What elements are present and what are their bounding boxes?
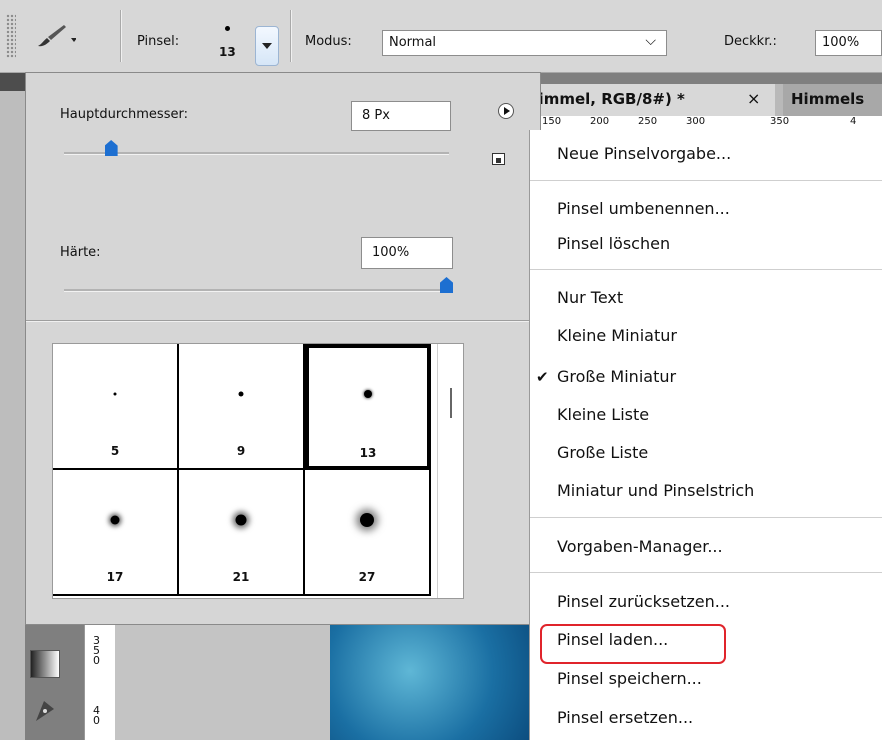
- mode-select[interactable]: Normal ⌵: [382, 30, 667, 56]
- diameter-slider-track[interactable]: [64, 152, 449, 155]
- brush-tip-dot: [238, 391, 244, 397]
- ruler-label: 350: [770, 116, 790, 127]
- menu-item-small-thumbnail[interactable]: Kleine Miniatur: [557, 326, 677, 345]
- chevron-down-icon: ⌵: [645, 33, 656, 49]
- diameter-value: 8 Px: [362, 108, 390, 123]
- brush-preset-size: 21: [232, 570, 250, 584]
- brush-preset-size: 27: [358, 570, 376, 584]
- menu-item-thumbnail-and-stroke[interactable]: Miniatur und Pinselstrich: [557, 481, 754, 500]
- menu-item-text-only[interactable]: Nur Text: [557, 288, 623, 307]
- pen-tool-icon[interactable]: [32, 695, 60, 725]
- toolbar-grip[interactable]: [6, 14, 16, 58]
- ruler-label: 200: [590, 116, 610, 127]
- opacity-field[interactable]: 100%: [815, 30, 882, 56]
- brush-tip-dot: [360, 513, 374, 527]
- hardness-slider-track[interactable]: [64, 289, 449, 292]
- menu-item-delete-brush[interactable]: Pinsel löschen: [557, 234, 670, 253]
- ruler-label: 150: [542, 116, 562, 127]
- brush-tool-icon[interactable]: [34, 22, 77, 50]
- gradient-tool-icon[interactable]: [30, 650, 60, 678]
- brush-preset-grid: 5 9 13 17 21 27: [52, 343, 464, 599]
- menu-item-preset-manager[interactable]: Vorgaben-Manager...: [557, 537, 723, 556]
- brush-label: Pinsel:: [137, 34, 180, 49]
- menu-item-large-list[interactable]: Große Liste: [557, 443, 648, 462]
- brush-preset-size: 13: [359, 446, 377, 460]
- chevron-down-icon: [262, 43, 272, 49]
- brush-size-value: 13: [219, 45, 236, 59]
- canvas-image: [330, 625, 530, 740]
- document-tab-title: Himmels: [791, 90, 865, 108]
- ruler-label: 250: [638, 116, 658, 127]
- menu-item-rename-brush[interactable]: Pinsel umbenennen...: [557, 199, 730, 218]
- tools-panel: [0, 73, 25, 740]
- menu-separator: [530, 572, 882, 573]
- diameter-label: Hauptdurchmesser:: [60, 107, 188, 122]
- opacity-value: 100%: [822, 35, 860, 50]
- highlight-annotation: [540, 624, 726, 664]
- hardness-field[interactable]: 100%: [361, 237, 453, 269]
- brush-preset-picker[interactable]: 13: [212, 22, 244, 68]
- panel-menu-button[interactable]: [498, 103, 514, 119]
- tools-panel-header: [0, 73, 25, 91]
- ruler-label: 40: [93, 704, 100, 727]
- menu-item-new-preset[interactable]: Neue Pinselvorgabe...: [557, 144, 731, 163]
- menu-separator: [530, 269, 882, 270]
- hardness-label: Härte:: [60, 245, 101, 260]
- hardness-value: 100%: [372, 245, 410, 260]
- menu-separator: [530, 180, 882, 181]
- panel-divider: [26, 320, 540, 321]
- brush-tip-dot: [113, 392, 117, 396]
- brush-preset-tile[interactable]: 21: [179, 470, 305, 596]
- brush-tip-dot: [364, 390, 372, 398]
- diameter-field[interactable]: 8 Px: [351, 101, 451, 131]
- brush-tip-dot: [225, 26, 230, 31]
- menu-item-reset-brushes[interactable]: Pinsel zurücksetzen...: [557, 592, 730, 611]
- brush-tip-dot: [235, 514, 247, 526]
- preset-grid-scrollbar[interactable]: [437, 344, 463, 598]
- document-tab-strip: Himmel, RGB/8#) * × Himmels: [520, 84, 882, 116]
- hardness-slider-handle[interactable]: [440, 277, 453, 293]
- check-icon: ✔: [536, 368, 549, 386]
- brush-preset-tile[interactable]: 5: [53, 344, 179, 470]
- brush-dropdown-button[interactable]: [255, 26, 279, 66]
- canvas-gray-area: [115, 625, 330, 740]
- ruler-label: 4: [850, 116, 857, 127]
- mode-label: Modus:: [305, 34, 352, 49]
- brush-preset-size: 5: [110, 444, 120, 458]
- mode-value: Normal: [389, 35, 437, 50]
- new-preset-icon[interactable]: [492, 153, 505, 165]
- document-tab[interactable]: Himmel, RGB/8#) * ×: [520, 84, 775, 116]
- menu-item-large-thumbnail[interactable]: Große Miniatur: [557, 367, 676, 386]
- brush-preset-tile-selected[interactable]: 13: [305, 344, 431, 470]
- document-tab-title: Himmel, RGB/8#) *: [526, 90, 685, 108]
- document-tab[interactable]: Himmels: [783, 84, 882, 116]
- brush-preset-size: 9: [236, 444, 246, 458]
- options-bar: Pinsel: 13 Modus: Normal ⌵ Deckkr.: 100%: [0, 0, 882, 73]
- brush-preset-size: 17: [106, 570, 124, 584]
- brush-tip-dot: [110, 515, 120, 525]
- menu-separator: [530, 517, 882, 518]
- ruler-label: 300: [686, 116, 706, 127]
- menu-item-small-list[interactable]: Kleine Liste: [557, 405, 649, 424]
- close-icon[interactable]: ×: [747, 89, 760, 108]
- top-ruler: 150 200 250 300 350 4: [520, 116, 882, 131]
- scrollbar-thumb[interactable]: [450, 388, 452, 418]
- brush-preset-tile[interactable]: 9: [179, 344, 305, 470]
- brush-preset-panel: Hauptdurchmesser: 8 Px Härte: 100% 5 9 1…: [25, 72, 541, 625]
- menu-item-save-brushes[interactable]: Pinsel speichern...: [557, 669, 702, 688]
- ruler-label: 350: [93, 634, 100, 667]
- brush-preset-tile[interactable]: 27: [305, 470, 431, 596]
- brush-preset-tile[interactable]: 17: [53, 470, 179, 596]
- menu-item-replace-brushes[interactable]: Pinsel ersetzen...: [557, 708, 693, 727]
- play-arrow-icon: [504, 107, 510, 115]
- diameter-slider-handle[interactable]: [104, 140, 118, 156]
- opacity-label: Deckkr.:: [724, 34, 777, 49]
